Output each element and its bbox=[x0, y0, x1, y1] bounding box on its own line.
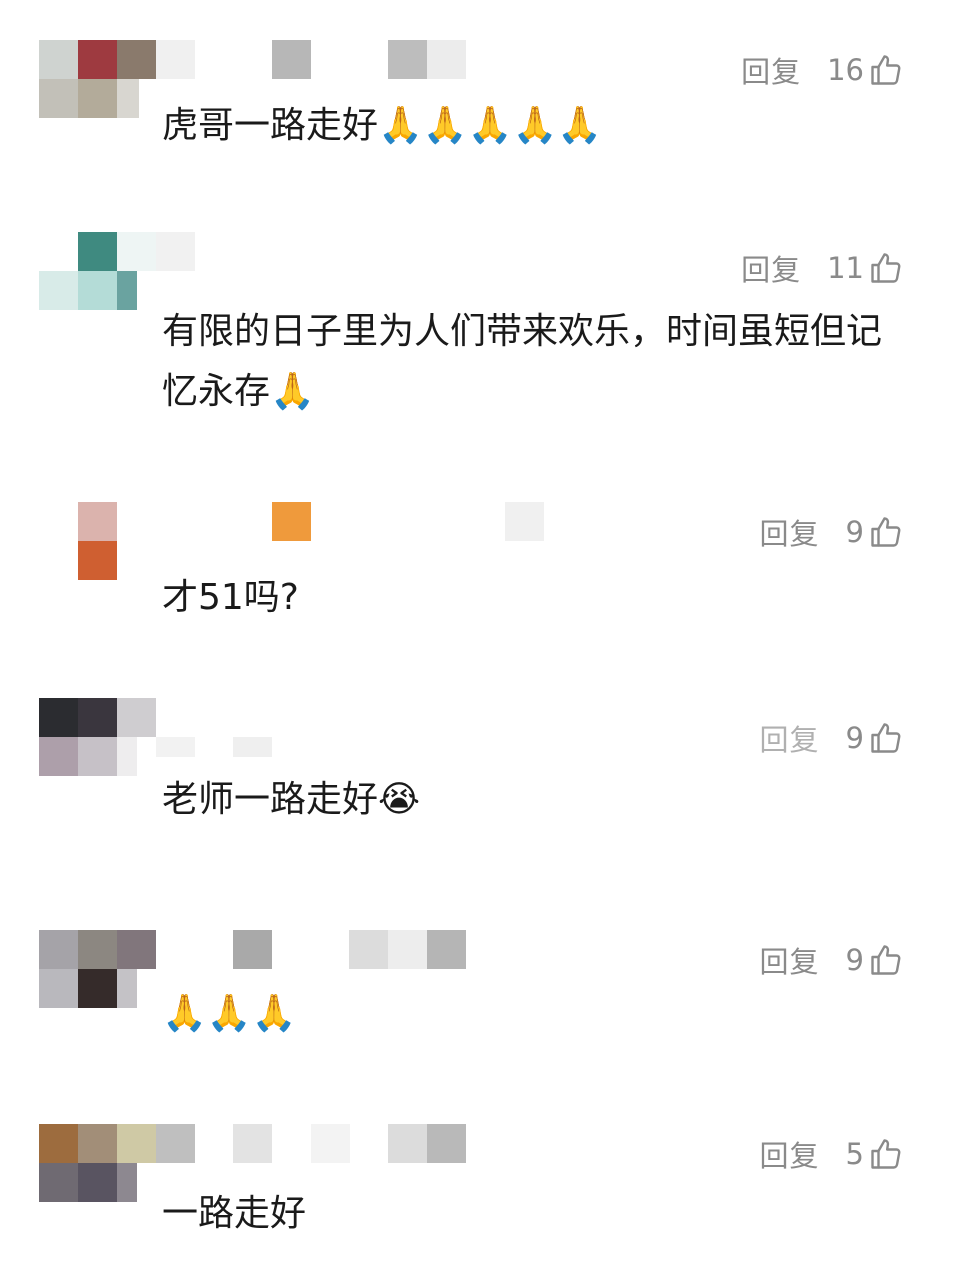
like-count: 9 bbox=[845, 943, 864, 977]
avatar bbox=[39, 737, 78, 776]
like-count: 5 bbox=[845, 1137, 864, 1171]
comment-text: 老师一路走好😭 bbox=[162, 779, 421, 820]
like-button[interactable]: 5 bbox=[846, 1136, 904, 1172]
avatar[interactable] bbox=[39, 40, 78, 79]
avatar bbox=[39, 79, 78, 118]
avatar bbox=[39, 1163, 78, 1202]
comment-text: 才51吗? bbox=[162, 577, 299, 618]
like-count: 9 bbox=[845, 515, 864, 549]
comment-text: 一路走好 bbox=[162, 1193, 307, 1234]
avatar[interactable] bbox=[78, 502, 117, 541]
avatar bbox=[78, 969, 117, 1008]
reply-button[interactable]: 回复 bbox=[741, 247, 801, 289]
avatar bbox=[117, 40, 156, 79]
username-blur bbox=[272, 40, 311, 79]
like-count: 9 bbox=[845, 721, 864, 755]
username-blur bbox=[311, 1124, 350, 1163]
avatar[interactable] bbox=[78, 232, 117, 271]
username-blur bbox=[349, 930, 388, 969]
blurred-username-mosaic bbox=[0, 232, 500, 312]
username-blur bbox=[156, 232, 195, 271]
reply-button[interactable]: 回复 bbox=[741, 49, 801, 91]
like-button[interactable]: 9 bbox=[846, 720, 904, 756]
avatar[interactable] bbox=[39, 698, 78, 737]
avatar bbox=[117, 969, 137, 1008]
thumbs-up-icon bbox=[871, 945, 901, 975]
thumbs-up-icon bbox=[871, 517, 901, 547]
avatar bbox=[117, 79, 139, 118]
like-button[interactable]: 9 bbox=[846, 514, 904, 550]
avatar bbox=[117, 698, 156, 737]
username-blur bbox=[233, 930, 272, 969]
username-blur bbox=[388, 930, 427, 969]
username-blur bbox=[233, 737, 272, 757]
avatar bbox=[117, 271, 137, 310]
avatar bbox=[78, 1163, 117, 1202]
username-blur bbox=[156, 40, 195, 79]
username-blur bbox=[156, 737, 195, 757]
like-count: 16 bbox=[827, 53, 864, 87]
username-blur bbox=[388, 40, 427, 79]
blurred-username-mosaic bbox=[0, 698, 500, 778]
avatar bbox=[117, 1163, 137, 1202]
avatar bbox=[78, 698, 117, 737]
username-blur bbox=[505, 502, 544, 541]
avatar bbox=[78, 930, 117, 969]
comment-text: 有限的日子里为人们带来欢乐，时间虽短但记忆永存🙏 bbox=[162, 311, 883, 412]
reply-button[interactable]: 回复 bbox=[760, 1133, 820, 1175]
reply-button[interactable]: 回复 bbox=[760, 511, 820, 553]
like-button[interactable]: 11 bbox=[827, 250, 904, 286]
avatar bbox=[78, 737, 117, 776]
thumbs-up-icon bbox=[871, 253, 901, 283]
avatar[interactable] bbox=[39, 1124, 78, 1163]
avatar bbox=[117, 737, 137, 776]
avatar bbox=[78, 1124, 117, 1163]
avatar bbox=[117, 1124, 156, 1163]
like-button[interactable]: 9 bbox=[846, 942, 904, 978]
username-blur bbox=[272, 502, 311, 541]
username-blur bbox=[427, 930, 466, 969]
username-blur bbox=[388, 1124, 427, 1163]
username-blur bbox=[233, 1124, 272, 1163]
avatar bbox=[39, 271, 78, 310]
avatar bbox=[78, 40, 117, 79]
avatar bbox=[78, 541, 117, 580]
username-blur bbox=[427, 1124, 466, 1163]
reply-button[interactable]: 回复 bbox=[760, 717, 820, 759]
avatar bbox=[117, 930, 156, 969]
avatar[interactable] bbox=[39, 930, 78, 969]
avatar bbox=[39, 969, 78, 1008]
reply-button[interactable]: 回复 bbox=[760, 939, 820, 981]
comment-text: 🙏🙏🙏 bbox=[162, 993, 297, 1034]
avatar bbox=[78, 79, 117, 118]
comment-text: 虎哥一路走好🙏🙏🙏🙏🙏 bbox=[162, 105, 603, 146]
thumbs-up-icon bbox=[871, 723, 901, 753]
username-blur bbox=[156, 1124, 195, 1163]
username-blur bbox=[427, 40, 466, 79]
thumbs-up-icon bbox=[871, 1139, 901, 1169]
avatar bbox=[78, 271, 117, 310]
like-count: 11 bbox=[827, 251, 864, 285]
like-button[interactable]: 16 bbox=[827, 52, 904, 88]
thumbs-up-icon bbox=[871, 55, 901, 85]
avatar bbox=[117, 232, 156, 271]
